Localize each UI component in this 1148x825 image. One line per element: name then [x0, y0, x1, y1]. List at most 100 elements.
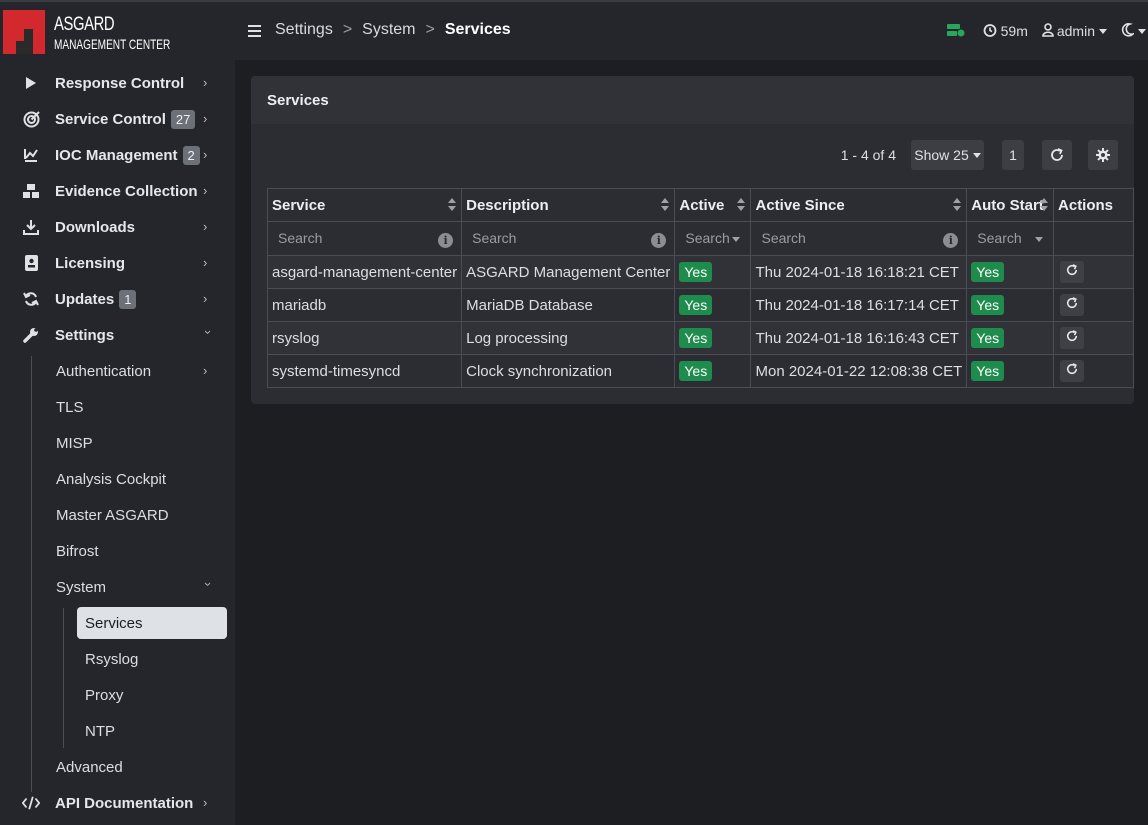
sidebar-item-response-control[interactable]: Response Control ›	[0, 65, 235, 101]
services-table: Service Description Active Active Since …	[266, 188, 1134, 388]
page-size-label: Show 25	[914, 147, 969, 163]
sort-icon[interactable]	[737, 198, 746, 212]
service-cell: rsyslog	[266, 321, 463, 355]
page-size-dropdown[interactable]: Show 25	[911, 140, 984, 170]
column-header-active-since[interactable]: Active Since	[750, 188, 968, 222]
sidebar-item-master-asgard[interactable]: Master ASGARD	[56, 497, 169, 533]
table-row: mariadb MariaDB Database Yes Thu 2024-01…	[266, 288, 1134, 322]
hamburger-menu-icon[interactable]	[248, 25, 261, 37]
caret-down-icon	[1138, 28, 1146, 34]
restart-button[interactable]	[1060, 360, 1085, 382]
sidebar-item-api-documentation[interactable]: API Documentation ›	[0, 785, 235, 821]
crosshair-icon	[22, 110, 40, 128]
filter-row: i i i	[266, 221, 1134, 256]
session-timer: 59m	[1000, 23, 1028, 39]
sort-icon[interactable]	[1040, 198, 1049, 212]
sidebar-item-label: Service Control	[55, 110, 166, 128]
active-since-cell: Thu 2024-01-18 16:18:21 CET	[750, 255, 968, 289]
sidebar-item-services[interactable]: Services	[85, 605, 143, 641]
sidebar-item-label: System	[56, 578, 107, 596]
chevron-right-icon: ›	[203, 363, 208, 378]
logo-subtitle: MANAGEMENT CENTER	[54, 36, 171, 52]
column-header-active[interactable]: Active	[674, 188, 752, 222]
moon-icon[interactable]	[1121, 22, 1136, 40]
sidebar-item-system[interactable]: System ›	[56, 569, 216, 605]
services-card: Services 1 - 4 of 4 Show 25 1 Service De…	[251, 76, 1134, 404]
chevron-down-icon: ›	[201, 582, 216, 587]
sidebar-item-ntp[interactable]: NTP	[85, 713, 115, 749]
sidebar-item-label: Master ASGARD	[56, 506, 169, 524]
sidebar-item-service-control[interactable]: Service Control 27 ›	[0, 101, 235, 137]
sidebar-item-proxy[interactable]: Proxy	[85, 677, 123, 713]
sidebar-item-licensing[interactable]: Licensing ›	[0, 245, 235, 281]
timer-icon	[983, 23, 997, 40]
chevron-right-icon: ›	[203, 75, 208, 90]
table-row: systemd-timesyncd Clock synchronization …	[266, 354, 1134, 388]
user-menu[interactable]: admin	[1057, 23, 1095, 39]
card-title: Services	[267, 92, 329, 109]
table-row: asgard-management-center ASGARD Manageme…	[266, 255, 1134, 289]
caret-down-icon	[1035, 237, 1044, 242]
table-settings-button[interactable]	[1088, 140, 1118, 170]
sidebar-item-advanced[interactable]: Advanced	[56, 749, 123, 785]
sidebar-item-label: API Documentation	[55, 794, 194, 812]
sidebar-item-rsyslog[interactable]: Rsyslog	[85, 641, 138, 677]
active-badge: Yes	[679, 295, 713, 315]
page-number-button[interactable]: 1	[1002, 140, 1024, 170]
sidebar-item-evidence-collection[interactable]: Evidence Collection ›	[0, 173, 235, 209]
sort-icon[interactable]	[661, 198, 670, 212]
chevron-right-icon: ›	[203, 147, 208, 162]
active-since-search-input[interactable]	[755, 230, 963, 246]
sidebar-item-label: Rsyslog	[85, 650, 139, 668]
sidebar-item-label: Advanced	[56, 758, 123, 776]
sidebar-item-tls[interactable]: TLS	[56, 389, 84, 425]
sidebar-item-label: Services	[85, 614, 143, 632]
app-logo[interactable]: ASGARD MANAGEMENT CENTER	[3, 10, 233, 56]
sort-icon[interactable]	[953, 198, 962, 212]
table-row: rsyslog Log processing Yes Thu 2024-01-1…	[266, 321, 1134, 355]
sidebar-item-bifrost[interactable]: Bifrost	[56, 533, 99, 569]
result-range: 1 - 4 of 4	[840, 147, 896, 163]
breadcrumb-system[interactable]: System	[362, 21, 415, 39]
sidebar-item-downloads[interactable]: Downloads ›	[0, 209, 235, 245]
sidebar-item-ioc-management[interactable]: IOC Management 2 ›	[0, 137, 235, 173]
breadcrumb: Settings > System > Services	[275, 21, 511, 39]
count-badge: 2	[182, 145, 200, 165]
sidebar-item-updates[interactable]: Updates 1 ›	[0, 281, 235, 317]
restart-button[interactable]	[1060, 261, 1085, 283]
server-status-icon[interactable]	[946, 23, 965, 40]
breadcrumb-settings[interactable]: Settings	[275, 21, 333, 39]
sidebar-item-label: Authentication	[56, 362, 152, 380]
column-header-service[interactable]: Service	[266, 188, 463, 222]
sidebar-item-settings[interactable]: Settings ›	[0, 317, 235, 353]
restart-icon	[1066, 363, 1078, 375]
column-header-description[interactable]: Description	[461, 188, 676, 222]
boxes-icon	[22, 182, 40, 200]
sidebar-item-authentication[interactable]: Authentication ›	[56, 353, 216, 389]
count-badge: 27	[170, 109, 196, 129]
file-chart-icon	[22, 146, 40, 164]
restart-button[interactable]	[1060, 327, 1085, 349]
sidebar-item-label: Analysis Cockpit	[56, 470, 167, 488]
service-search-input[interactable]	[272, 230, 458, 246]
description-cell: ASGARD Management Center	[461, 255, 676, 289]
active-badge: Yes	[679, 328, 713, 348]
top-bar: Settings > System > Services 59m admin	[235, 2, 1148, 60]
chevron-right-icon: ›	[203, 255, 208, 270]
refresh-button[interactable]	[1042, 140, 1072, 170]
logo-title: ASGARD	[54, 14, 115, 35]
pagination-toolbar: 1 - 4 of 4 Show 25 1	[841, 140, 1118, 170]
sidebar-item-label: Bifrost	[56, 542, 99, 560]
sidebar-item-label: TLS	[56, 398, 84, 416]
chevron-right-icon: ›	[203, 291, 208, 306]
autostart-badge: Yes	[971, 328, 1005, 348]
description-search-input[interactable]	[466, 230, 671, 246]
sidebar-item-misp[interactable]: MISP	[56, 425, 93, 461]
sidebar-item-analysis-cockpit[interactable]: Analysis Cockpit	[56, 461, 166, 497]
description-cell: Clock synchronization	[461, 354, 676, 388]
sort-icon[interactable]	[448, 198, 457, 212]
autostart-badge: Yes	[971, 262, 1005, 282]
column-header-auto-start[interactable]: Auto Start	[966, 188, 1055, 222]
autostart-badge: Yes	[971, 361, 1005, 381]
restart-button[interactable]	[1060, 294, 1085, 316]
